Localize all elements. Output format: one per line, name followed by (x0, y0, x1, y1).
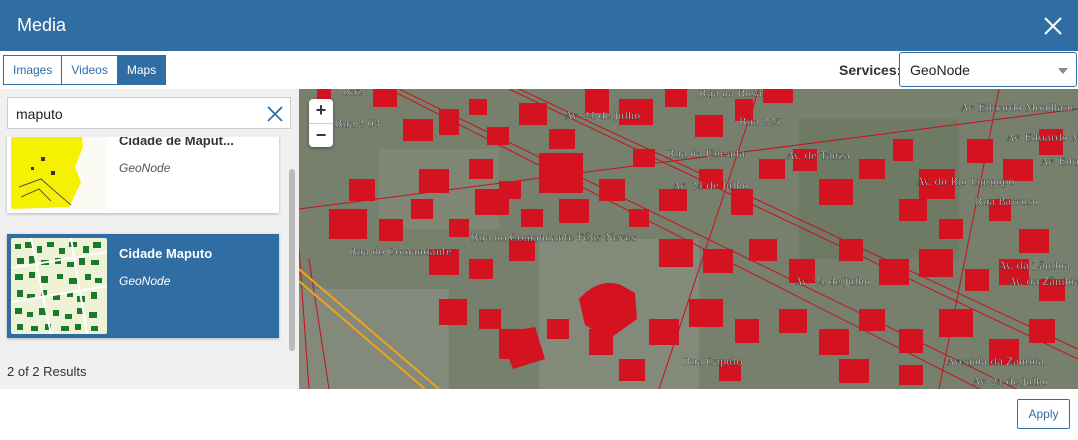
map-label: Av. 24 de Julho (972, 377, 1048, 388)
apply-button[interactable]: Apply (1017, 399, 1070, 429)
scrollbar-thumb[interactable] (289, 169, 295, 351)
dialog-footer: Apply (0, 389, 1078, 440)
map-preview[interactable]: Av. 24 de Julho Av. 24 de Julho Av. 24 d… (299, 89, 1078, 389)
tab-videos[interactable]: Videos (61, 55, 118, 85)
map-label: Rua 225 (739, 117, 781, 128)
result-service: GeoNode (119, 274, 171, 288)
search-input[interactable]: maputo (7, 97, 291, 129)
media-dialog: Media Images Videos Maps Services: GeoNo… (0, 0, 1078, 440)
result-card-1[interactable]: Cidade de Maput... GeoNode (7, 137, 279, 213)
zoom-in-button[interactable]: + (309, 99, 333, 123)
zoom-out-button[interactable]: − (309, 123, 333, 147)
search-query: maputo (16, 106, 63, 122)
map-thumbnail (11, 137, 107, 209)
dialog-title: Media (17, 15, 67, 35)
map-label: Av. Eduardo Mondlane (960, 103, 1076, 114)
chevron-down-icon (1058, 68, 1068, 74)
result-title: Cidade Maputo (119, 246, 213, 261)
map-label: Rua da Udenda (667, 149, 745, 160)
zoom-control: + − (309, 99, 333, 147)
media-type-tabs: Images Videos Maps (3, 55, 167, 85)
map-label: Av. 24 de Julho (564, 111, 640, 122)
map-label: Av. 24 de Julho (672, 181, 748, 192)
services-select[interactable]: GeoNode (899, 52, 1077, 87)
tab-maps[interactable]: Maps (116, 55, 167, 85)
toolbar: Images Videos Maps Services: GeoNode (0, 51, 1078, 89)
map-label: Av. de Tanza (786, 151, 850, 162)
map-label: Avenida da Zâmbia (946, 357, 1044, 368)
map-canvas: Av. 24 de Julho Av. 24 de Julho Av. 24 d… (299, 89, 1078, 389)
map-label: Rua da Rosa (699, 89, 762, 100)
result-title: Cidade de Maput... (119, 137, 234, 148)
map-label: Raz (343, 89, 362, 98)
map-label: Av. Edu (1040, 157, 1078, 168)
map-label: Rua do Comandante (349, 247, 452, 258)
results-count: 2 of 2 Results (7, 364, 87, 379)
map-label: Rua Barroso (975, 197, 1038, 208)
results-scrollbar[interactable] (289, 169, 295, 351)
map-thumbnail (11, 238, 107, 334)
results-panel: maputo Cidade de Maput... GeoNode Cidade… (0, 89, 299, 389)
services-selected-value: GeoNode (910, 62, 970, 78)
map-label: Av. da Zâmbia (1008, 277, 1078, 288)
map-label: Av. 24 de Julho (794, 277, 870, 288)
map-label: Rua do Comandante Félix Neves (471, 233, 636, 244)
map-label: Av. Eduardo M (1006, 133, 1078, 144)
close-icon[interactable] (1042, 15, 1064, 37)
results-list: Cidade de Maput... GeoNode Cidade Maputo… (0, 137, 289, 402)
result-service: GeoNode (119, 161, 171, 175)
dialog-header: Media (0, 0, 1078, 51)
services-label: Services: (839, 62, 902, 78)
map-label: Rua Caputo (683, 357, 743, 368)
clear-icon[interactable] (266, 105, 284, 123)
map-label: Av. do Rio Limpopo (916, 177, 1014, 188)
map-label: Rua 2.03 (335, 119, 380, 130)
map-label: Av. da Zâmbia (998, 261, 1070, 272)
tab-images[interactable]: Images (3, 55, 63, 85)
result-card-2[interactable]: Cidade Maputo GeoNode (7, 234, 279, 338)
